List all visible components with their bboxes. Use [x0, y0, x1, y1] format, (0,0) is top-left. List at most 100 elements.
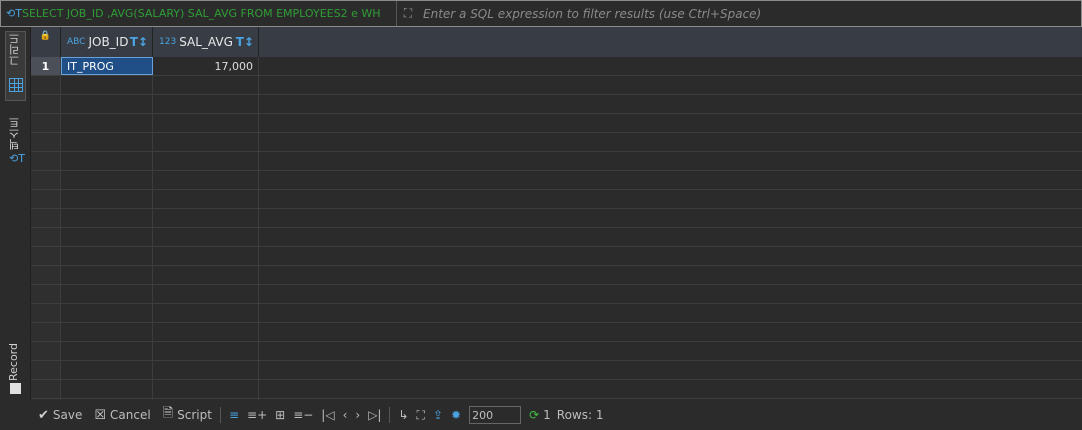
sort-filter-icon[interactable]: T↕ [130, 35, 148, 49]
empty-cell [259, 171, 1082, 189]
delete-row-icon[interactable]: ≡− [293, 408, 313, 422]
empty-cell [153, 304, 259, 322]
edit-row-icon[interactable]: ≡ [229, 408, 239, 422]
next-icon[interactable]: › [355, 408, 360, 422]
empty-cell [259, 342, 1082, 360]
export-icon[interactable]: ⇪ [433, 408, 443, 422]
empty-cell [153, 190, 259, 208]
empty-cell [31, 361, 61, 379]
cell-job-id[interactable]: IT_PROG [61, 57, 153, 75]
script-icon: 🗎 [162, 406, 174, 421]
tab-record-label[interactable]: Record [7, 343, 20, 381]
empty-cell [153, 171, 259, 189]
header-filler [259, 27, 1082, 57]
sql-icon: ⟲T [6, 7, 22, 20]
table-row[interactable]: 1 IT_PROG 17,000 [31, 57, 1082, 76]
column-label: JOB_ID [88, 35, 129, 49]
empty-row [31, 380, 1082, 399]
empty-cell [61, 95, 153, 113]
empty-cell [31, 323, 61, 341]
empty-cell [61, 342, 153, 360]
empty-cell [61, 361, 153, 379]
lock-icon: 🔒 [39, 31, 52, 41]
empty-row [31, 323, 1082, 342]
empty-cell [153, 133, 259, 151]
empty-cell [31, 171, 61, 189]
empty-cell [31, 190, 61, 208]
empty-cell [259, 114, 1082, 132]
cancel-button[interactable]: ☒ Cancel [94, 408, 150, 423]
empty-cell [259, 209, 1082, 227]
filter-input[interactable] [419, 6, 1081, 21]
text-icon: ⟲T [9, 152, 25, 165]
divider [219, 407, 221, 423]
empty-row [31, 76, 1082, 95]
empty-cell [153, 76, 259, 94]
add-row-icon[interactable]: ≡+ [247, 408, 267, 422]
tab-text-label[interactable]: 텍스트 [7, 117, 23, 150]
left-view-tabs: 그리드 텍스트 ⟲T Record [0, 27, 31, 400]
empty-cell [31, 209, 61, 227]
empty-cell [31, 285, 61, 303]
bottom-toolbar: ✔ Save ☒ Cancel 🗎 Script ≡ ≡+ ⊞ ≡− |◁ ‹ … [0, 400, 1082, 430]
empty-cell [31, 228, 61, 246]
fetch-size-input[interactable] [469, 406, 522, 424]
empty-cell [259, 152, 1082, 170]
sort-filter-icon[interactable]: T↕ [236, 35, 254, 49]
empty-row [31, 247, 1082, 266]
column-header-job-id[interactable]: ABC JOB_ID T↕ [61, 27, 153, 57]
expand-icon[interactable]: ⛶ [397, 6, 419, 21]
script-button[interactable]: 🗎 Script [163, 404, 212, 426]
filter-input-wrap [419, 1, 1081, 26]
empty-cell [153, 95, 259, 113]
empty-row [31, 361, 1082, 380]
empty-row [31, 304, 1082, 323]
script-label: Script [177, 408, 212, 422]
empty-cell [153, 152, 259, 170]
empty-cell [61, 323, 153, 341]
empty-cell [259, 323, 1082, 341]
empty-cell [153, 342, 259, 360]
empty-cell [153, 361, 259, 379]
empty-cell [153, 380, 259, 398]
empty-cell [61, 76, 153, 94]
results-grid[interactable]: 🔒 ABC JOB_ID T↕ 123 SAL_AVG T↕ 1 IT_PROG… [31, 27, 1082, 418]
column-label: SAL_AVG [179, 35, 233, 49]
previous-icon[interactable]: ‹ [343, 408, 348, 422]
empty-cell [153, 247, 259, 265]
row-number-header[interactable]: 🔒 [31, 27, 61, 57]
copy-row-icon[interactable]: ⊞ [275, 408, 285, 422]
panel-icon[interactable]: ⛶ [417, 408, 425, 423]
sql-query-display[interactable]: ⟲T SELECT JOB_ID ,AVG(SALARY) SAL_AVG FR… [1, 1, 397, 26]
column-header-sal-avg[interactable]: 123 SAL_AVG T↕ [153, 27, 259, 57]
empty-cell [31, 266, 61, 284]
empty-cell [61, 247, 153, 265]
empty-row [31, 266, 1082, 285]
cell-sal-avg[interactable]: 17,000 [153, 57, 259, 75]
text-type-icon: ABC [67, 37, 86, 47]
navigate-icon[interactable]: ↳ [398, 408, 408, 422]
empty-cell [153, 209, 259, 227]
grid-icon [9, 78, 23, 92]
empty-cell [61, 304, 153, 322]
empty-cell [61, 209, 153, 227]
empty-row [31, 342, 1082, 361]
save-button[interactable]: ✔ Save [38, 408, 82, 423]
empty-row [31, 209, 1082, 228]
filter-bar: ⟲T SELECT JOB_ID ,AVG(SALARY) SAL_AVG FR… [0, 0, 1082, 27]
empty-cell [259, 247, 1082, 265]
settings-gear-icon[interactable]: ✹ [451, 408, 461, 422]
empty-cell [259, 76, 1082, 94]
empty-cell [259, 304, 1082, 322]
first-page-icon[interactable]: |◁ [321, 408, 334, 422]
row-number[interactable]: 1 [31, 57, 61, 75]
empty-row [31, 95, 1082, 114]
last-page-icon[interactable]: ▷| [368, 408, 381, 422]
empty-cell [259, 361, 1082, 379]
grid-rows: 1 IT_PROG 17,000 [31, 57, 1082, 418]
rows-count: Rows: 1 [556, 408, 604, 422]
refresh-icon[interactable]: ⟳ [529, 408, 539, 422]
empty-cell [153, 266, 259, 284]
empty-cell [31, 247, 61, 265]
empty-cell [61, 114, 153, 132]
